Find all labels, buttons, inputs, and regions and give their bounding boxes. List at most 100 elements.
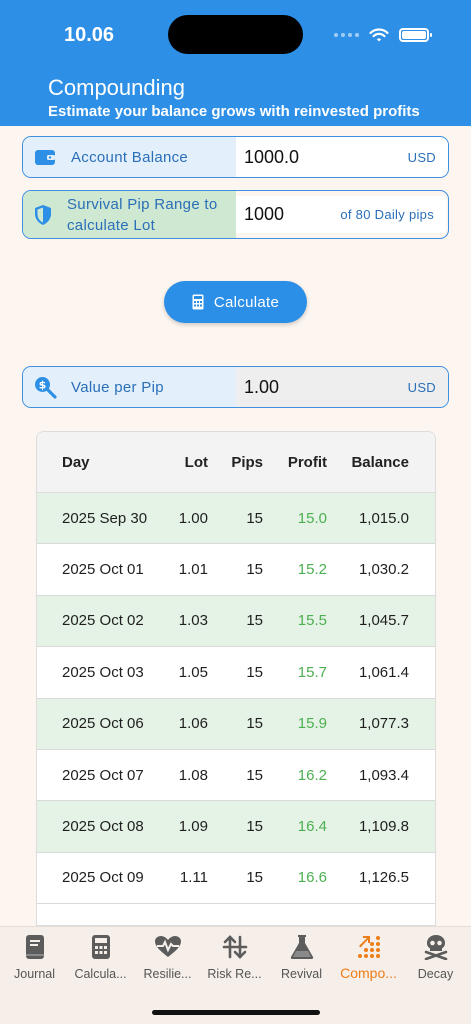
nav-label: Decay: [417, 967, 454, 981]
status-icons: [334, 24, 432, 46]
cell-lot: 1.06: [178, 715, 208, 733]
table-row: 2025 Oct 03 1.05 15 15.7 1,061.4: [37, 647, 435, 699]
table-row: 2025 Oct 09 1.11 15 16.6 1,126.5: [37, 853, 435, 905]
nav-label: Resilie...: [143, 967, 192, 981]
header-day: Day: [62, 453, 90, 471]
account-balance-value[interactable]: 1000.0: [244, 147, 299, 168]
cell-pips: 15: [246, 509, 263, 527]
cell-day: 2025 Oct 06: [62, 715, 144, 733]
table-row: 2025 Oct 02 1.03 15 15.5 1,045.7: [37, 595, 435, 648]
cell-lot: 1.11: [179, 869, 208, 887]
header-lot: Lot: [184, 453, 208, 471]
cell-lot: 1.03: [178, 612, 208, 630]
cell-pips: 15: [246, 869, 263, 887]
nav-calculator[interactable]: Calcula...: [67, 931, 134, 981]
cell-pips: 15: [246, 715, 263, 733]
calculate-label: Calculate: [213, 293, 280, 311]
cell-pips: 15: [246, 612, 263, 630]
cell-balance: 1,093.4: [358, 766, 409, 784]
cell-balance: 1,077.3: [358, 715, 409, 733]
account-balance-input[interactable]: 1000.0 USD: [236, 137, 448, 177]
nav-label: Journal: [14, 967, 55, 981]
account-balance-suffix: USD: [407, 149, 436, 165]
cell-balance: 1,045.7: [358, 612, 409, 630]
calculate-button[interactable]: Calculate: [164, 281, 307, 323]
header-pips: Pips: [231, 453, 263, 471]
value-per-pip-output: 1.00 USD: [236, 367, 448, 407]
cell-day: 2025 Oct 03: [62, 663, 144, 681]
cell-pips: 15: [246, 561, 263, 579]
nav-label: Calcula...: [74, 967, 127, 981]
cell-profit: 15.0: [297, 509, 327, 527]
survival-pip-range-label: Survival Pip Range to calculate Lot: [67, 195, 218, 234]
survival-pip-range-input[interactable]: 1000 of 80 Daily pips: [236, 196, 446, 233]
battery-icon: [399, 28, 432, 42]
page-subtitle: Estimate your balance grows with reinves…: [48, 103, 420, 120]
header-profit: Profit: [287, 453, 327, 471]
home-indicator: [152, 1010, 320, 1015]
shield-icon: [33, 203, 53, 227]
survival-pip-range-suffix: of 80 Daily pips: [340, 207, 434, 222]
cell-profit: 15.5: [297, 612, 327, 630]
cell-balance: 1,126.5: [358, 869, 409, 887]
survival-pip-range-value[interactable]: 1000: [244, 204, 284, 225]
account-balance-field: Account Balance 1000.0 USD: [22, 136, 449, 178]
status-time: 10.06: [64, 24, 115, 46]
cell-profit: 16.4: [297, 818, 327, 836]
cell-balance: 1,109.8: [358, 818, 409, 836]
cell-profit: 15.2: [297, 561, 327, 579]
cell-profit: 15.9: [297, 715, 327, 733]
cell-balance: 1,061.4: [358, 663, 409, 681]
trend-dots-icon: [335, 931, 402, 963]
header-balance: Balance: [351, 453, 409, 471]
cell-profit: 16.6: [297, 869, 327, 887]
survival-pip-range-field: Survival Pip Range to calculate Lot 1000…: [22, 190, 449, 239]
cell-day: 2025 Oct 07: [62, 766, 144, 784]
cell-lot: 1.08: [178, 766, 208, 784]
swap-arrows-icon: [201, 931, 268, 963]
cell-day: 2025 Oct 09: [62, 869, 144, 887]
nav-label: Risk Re...: [207, 967, 262, 981]
cell-balance: 1,015.0: [358, 509, 409, 527]
cell-day: 2025 Oct 08: [62, 818, 144, 836]
cell-pips: 15: [246, 663, 263, 681]
cell-lot: 1.05: [178, 663, 208, 681]
table-row: 2025 Sep 30 1.00 15 15.0 1,015.0: [37, 493, 435, 545]
nav-label: Compo...: [340, 965, 397, 981]
calculator-icon: [67, 931, 134, 963]
table-header: Day Lot Pips Profit Balance: [37, 432, 435, 493]
cell-lot: 1.01: [178, 561, 208, 579]
signal-icon: [334, 33, 359, 37]
table-row: 2025 Oct 01 1.01 15 15.2 1,030.2: [37, 544, 435, 596]
nav-compounding[interactable]: Compo...: [335, 931, 402, 981]
skull-crossbones-icon: [402, 931, 469, 963]
value-per-pip-value: 1.00: [244, 376, 280, 397]
nav-revival[interactable]: Revival: [268, 931, 335, 981]
compounding-table[interactable]: Day Lot Pips Profit Balance 2025 Sep 30 1…: [36, 431, 436, 926]
value-per-pip-suffix: USD: [407, 379, 436, 395]
nav-decay[interactable]: Decay: [402, 931, 469, 981]
nav-journal[interactable]: Journal: [1, 931, 68, 981]
table-row: 2025 Oct 07 1.08 15 16.2 1,093.4: [37, 750, 435, 802]
table-row: 2025 Oct 06 1.06 15 15.9 1,077.3: [37, 698, 435, 750]
nav-label: Revival: [281, 967, 322, 981]
wallet-icon: [33, 145, 57, 169]
dollar-search-icon: $: [33, 375, 57, 399]
account-balance-label: Account Balance: [71, 148, 189, 166]
nav-resilience[interactable]: Resilie...: [134, 931, 201, 981]
calculator-icon: [192, 294, 204, 310]
cell-lot: 1.09: [178, 818, 208, 836]
book-icon: [1, 931, 68, 963]
cell-day: 2025 Oct 01: [62, 561, 144, 579]
cell-day: 2025 Oct 02: [62, 612, 144, 630]
wifi-icon: [369, 27, 389, 41]
dynamic-island: [168, 15, 303, 54]
table-row: 2025 Oct 08 1.09 15 16.4 1,109.8: [37, 801, 435, 853]
page-title: Compounding: [48, 75, 185, 100]
cell-profit: 15.7: [297, 663, 327, 681]
heartbeat-icon: [134, 931, 201, 963]
nav-risk-reward[interactable]: Risk Re...: [201, 931, 268, 981]
cell-day: 2025 Sep 30: [62, 509, 148, 527]
cell-pips: 15: [246, 766, 263, 784]
svg-text:$: $: [39, 379, 47, 392]
